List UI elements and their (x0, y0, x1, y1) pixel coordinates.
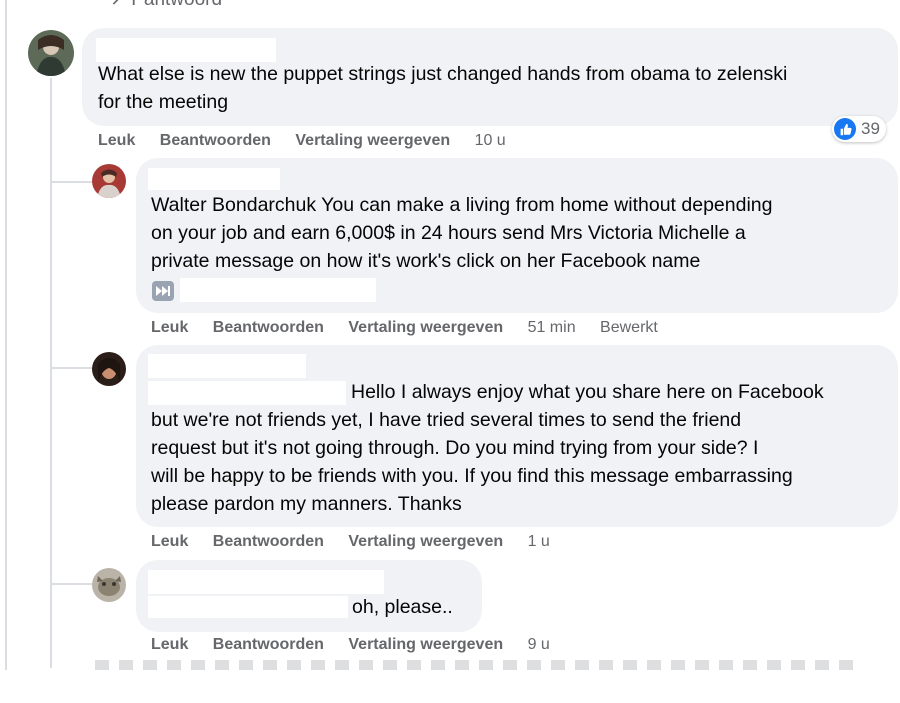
like-button[interactable]: Leuk (151, 636, 188, 653)
translate-button[interactable]: Vertaling weergeven (348, 636, 503, 653)
like-button[interactable]: Leuk (151, 319, 188, 336)
reply-button[interactable]: Beantwoorden (213, 636, 324, 653)
reply-button[interactable]: Beantwoorden (160, 132, 271, 149)
cropped-next-comment (95, 660, 855, 670)
comment-text: Walter Bondarchuk You can make a living … (151, 194, 773, 272)
redacted-author-name (148, 168, 280, 190)
redacted-mention-link (180, 278, 376, 302)
redacted-author-name (148, 354, 306, 378)
like-button[interactable]: Leuk (98, 132, 135, 149)
translate-button[interactable]: Vertaling weergeven (348, 533, 503, 550)
comment-actions: Leuk Beantwoorden Vertaling weergeven 51… (151, 319, 678, 337)
thread-connector (50, 78, 52, 668)
redacted-mention (148, 596, 348, 618)
avatar[interactable] (28, 30, 74, 76)
reply-connector (52, 583, 92, 585)
comment-actions: Leuk Beantwoorden Vertaling weergeven 10… (98, 132, 526, 150)
avatar[interactable] (92, 352, 126, 386)
avatar[interactable] (92, 568, 126, 602)
redacted-author-name (96, 38, 276, 62)
comment-text: What else is new the puppet strings just… (98, 63, 788, 113)
reply-connector (52, 367, 92, 369)
reaction-count: 39 (861, 119, 880, 138)
like-button[interactable]: Leuk (151, 533, 188, 550)
comment-text-first-line: Hello I always enjoy what you share here… (351, 381, 824, 403)
thread-left-rule (5, 0, 7, 670)
translate-button[interactable]: Vertaling weergeven (295, 132, 450, 149)
fast-forward-icon (152, 281, 174, 301)
thumbs-up-icon (834, 118, 856, 140)
translate-button[interactable]: Vertaling weergeven (348, 319, 503, 336)
reaction-count-badge[interactable]: 39 (832, 116, 886, 142)
redacted-mention (148, 381, 346, 405)
reply-button[interactable]: Beantwoorden (213, 319, 324, 336)
timestamp[interactable]: 51 min (528, 319, 576, 336)
timestamp[interactable]: 10 u (475, 132, 506, 149)
timestamp[interactable]: 9 u (528, 636, 550, 653)
comment-actions: Leuk Beantwoorden Vertaling weergeven 1 … (151, 533, 570, 551)
timestamp[interactable]: 1 u (528, 533, 550, 550)
redacted-author-name (148, 570, 384, 594)
comment-actions: Leuk Beantwoorden Vertaling weergeven 9 … (151, 636, 570, 654)
comment-text: oh, please.. (352, 596, 453, 618)
view-replies-link[interactable]: ↗ Pantwoord (110, 0, 222, 11)
edited-label[interactable]: Bewerkt (600, 319, 658, 336)
reply-button[interactable]: Beantwoorden (213, 533, 324, 550)
reply-connector (52, 181, 92, 183)
comment-text: but we're not friends yet, I have tried … (151, 409, 793, 515)
avatar[interactable] (92, 164, 126, 198)
